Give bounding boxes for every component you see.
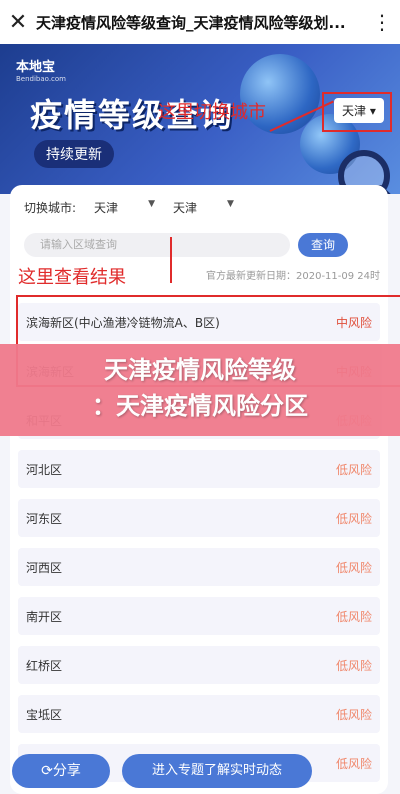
top-bar: ✕ 天津疫情风险等级查询_天津疫情风险等级划... ⋮ <box>0 0 400 45</box>
caret-down-icon: ▼ <box>227 199 234 209</box>
list-item[interactable]: 南开区 低风险 <box>18 597 380 635</box>
page-title: 天津疫情风险等级查询_天津疫情风险等级划... <box>36 13 346 32</box>
district-name: 宝坻区 <box>26 707 63 722</box>
list-item[interactable]: 河北区 低风险 <box>18 450 380 488</box>
list-item[interactable]: 河东区 低风险 <box>18 499 380 537</box>
more-icon[interactable]: ⋮ <box>364 10 400 34</box>
risk-level: 中风险 <box>335 315 372 330</box>
updated-date: 官方最新更新日期：2020-11-09 24时 <box>206 271 381 282</box>
city-select[interactable]: 天津 ▼ <box>173 199 234 216</box>
search-input[interactable]: 请输入区域查询 <box>24 233 290 257</box>
list-item[interactable]: 河西区 低风险 <box>18 548 380 586</box>
annotation-result: 这里查看结果 <box>18 267 126 288</box>
province-select[interactable]: 天津 ▼ <box>94 199 155 216</box>
risk-level: 低风险 <box>335 756 372 771</box>
risk-level: 低风险 <box>335 511 372 526</box>
banner: 本地宝 Bendibao.com 疫情等级查询 持续更新 这里切换城市 天津 ▾ <box>0 44 400 194</box>
content-card: 切换城市: 天津 ▼ 天津 ▼ 请输入区域查询 查询 这里查看结果 官方最新更新日期… <box>10 185 400 794</box>
annotation-city: 这里切换城市 <box>158 102 266 123</box>
risk-level: 低风险 <box>335 560 372 575</box>
list-item[interactable]: 滨海新区(中心渔港冷链物流A、B区) 中风险 <box>18 303 380 341</box>
search-button[interactable]: 查询 <box>298 233 348 257</box>
annotation-arrow <box>170 237 172 283</box>
overlay-title: 天津疫情风险等级 ：天津疫情风险分区 <box>0 344 400 436</box>
risk-level: 低风险 <box>335 658 372 673</box>
caret-down-icon: ▼ <box>148 199 155 209</box>
logo: 本地宝 Bendibao.com <box>16 60 67 83</box>
list-item[interactable]: 红桥区 低风险 <box>18 646 380 684</box>
filter-label: 切换城市: <box>24 201 77 215</box>
district-name: 南开区 <box>26 609 63 624</box>
share-button[interactable]: ⟳分享 <box>12 754 110 788</box>
list-item[interactable]: 宝坻区 低风险 <box>18 695 380 733</box>
district-name: 红桥区 <box>26 658 63 673</box>
city-filter: 切换城市: 天津 ▼ 天津 ▼ <box>24 199 234 216</box>
risk-level: 低风险 <box>335 609 372 624</box>
district-name: 河西区 <box>26 560 63 575</box>
overlay-line-1: 天津疫情风险等级 <box>104 356 296 384</box>
risk-level: 低风险 <box>335 707 372 722</box>
district-name: 河东区 <box>26 511 63 526</box>
close-icon[interactable]: ✕ <box>0 10 36 35</box>
topic-button[interactable]: 进入专题了解实时动态 <box>122 754 312 788</box>
update-badge: 持续更新 <box>34 140 114 168</box>
overlay-line-2: ：天津疫情风险分区 <box>92 392 308 420</box>
risk-level: 低风险 <box>335 462 372 477</box>
city-switch-button[interactable]: 天津 ▾ <box>334 98 384 123</box>
district-name: 滨海新区(中心渔港冷链物流A、B区) <box>26 315 220 330</box>
district-name: 河北区 <box>26 462 63 477</box>
